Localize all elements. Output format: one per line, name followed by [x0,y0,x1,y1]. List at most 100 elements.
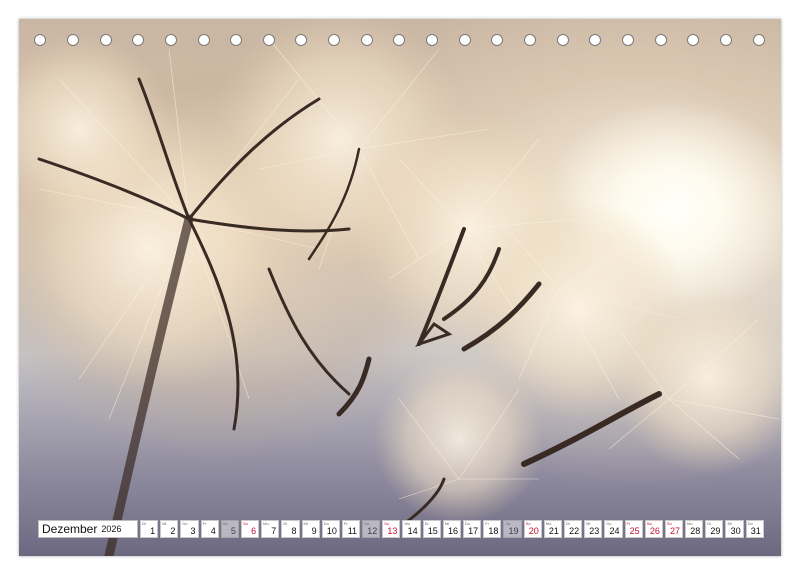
binding-hole [655,34,667,46]
binding-hole [132,34,144,46]
day-cell: Sa 26 [644,520,663,538]
day-number: 2 [170,526,176,536]
day-number: 27 [670,526,681,536]
binding-hole [198,34,210,46]
month-label-box: Dezember 2026 [38,520,138,538]
binding-hole [491,34,503,46]
day-cell: So 27 [664,520,684,538]
weekday-label: Fr [202,521,207,526]
day-cell: Mi 9 [301,520,320,538]
day-cell: Fr 18 [483,520,502,538]
binding-hole [34,34,46,46]
binding-hole [67,34,79,46]
binding-hole [295,34,307,46]
weekday-label: Sa [222,521,228,526]
day-number: 3 [190,526,196,536]
binding-hole [100,34,112,46]
day-cell: Mi 16 [442,520,461,538]
day-cell: Mo 7 [261,520,280,538]
binding-hole [753,34,765,46]
day-number: 22 [569,526,580,536]
day-number: 5 [230,526,236,536]
binding-hole [393,34,405,46]
day-number: 9 [311,526,317,536]
day-number: 17 [468,526,479,536]
day-number: 15 [427,526,438,536]
day-number: 28 [690,526,701,536]
day-number: 6 [251,526,257,536]
day-number: 18 [488,526,499,536]
day-number: 29 [710,526,721,536]
weekday-label: Mo [263,521,269,526]
day-number: 4 [210,526,216,536]
weekday-label: Di [142,521,146,526]
day-cell: Mo 21 [543,520,562,538]
day-cell: Di 15 [422,520,441,538]
day-cell: Do 31 [745,520,764,538]
day-number: 31 [750,526,761,536]
day-number: 12 [367,526,378,536]
day-number: 16 [447,526,458,536]
day-number: 21 [548,526,559,536]
day-cell: Di 29 [705,520,724,538]
day-number: 26 [649,526,660,536]
binding-hole [165,34,177,46]
day-number: 25 [629,526,640,536]
weekday-label: Do [182,521,188,526]
day-cell: Do 17 [463,520,482,538]
month-name: Dezember [42,522,98,536]
binding-hole [361,34,373,46]
day-cell: Mi 23 [584,520,603,538]
dandelion-photo [19,19,781,556]
day-cell: Di 22 [563,520,583,538]
year-label: 2026 [101,524,122,534]
day-cell: Sa 12 [362,520,381,538]
day-number: 24 [609,526,620,536]
day-number: 13 [387,526,398,536]
day-number: 10 [326,526,337,536]
day-number: 19 [508,526,519,536]
day-cell: Di 1 [140,520,159,538]
day-number: 20 [528,526,539,536]
day-cell: Do 3 [180,520,199,538]
weekday-label: Di [283,521,288,526]
binding-hole [589,34,601,46]
day-cell: Do 10 [321,520,340,538]
day-cell: Sa 5 [220,520,239,538]
binding-hole [426,34,438,46]
weekday-label: Mi [303,521,308,526]
day-number: 1 [150,526,156,536]
binding-hole [622,34,634,46]
binding-hole [230,34,242,46]
binding-hole [524,34,536,46]
binding-hole [687,34,699,46]
calendar-page: Dezember 2026 Di 1 Mi 2 Do 3 Fr 4 Sa 5 So 6 Mo 7 Di 8 Mi… [19,19,781,556]
day-cell: Mo 14 [402,520,421,538]
day-number: 30 [730,526,741,536]
day-number: 23 [589,526,600,536]
binding-hole [557,34,569,46]
day-cell: Do 24 [604,520,623,538]
day-number: 11 [347,526,358,536]
day-cell: So 13 [382,520,401,538]
weekday-label: So [242,521,248,526]
binding-hole [263,34,275,46]
day-number: 8 [291,526,297,536]
day-cell: Fr 25 [624,520,643,538]
day-cell: Sa 19 [503,520,522,538]
day-cell: Fr 4 [200,520,219,538]
day-number: 7 [271,526,277,536]
day-cell: Mi 30 [725,520,744,538]
binding-hole [459,34,471,46]
date-strip: Dezember 2026 Di 1 Mi 2 Do 3 Fr 4 Sa 5 So 6 Mo 7 Di 8 Mi… [38,520,766,538]
binding-hole [328,34,340,46]
day-number: 14 [407,526,418,536]
weekday-label: Mi [162,521,167,526]
day-cell: Fr 11 [341,520,361,538]
day-cell: Di 8 [281,520,300,538]
day-cell: Mi 2 [160,520,179,538]
binding-hole [720,34,732,46]
day-cell: So 6 [240,520,260,538]
day-cell: Mo 28 [685,520,704,538]
day-cell: So 20 [523,520,542,538]
